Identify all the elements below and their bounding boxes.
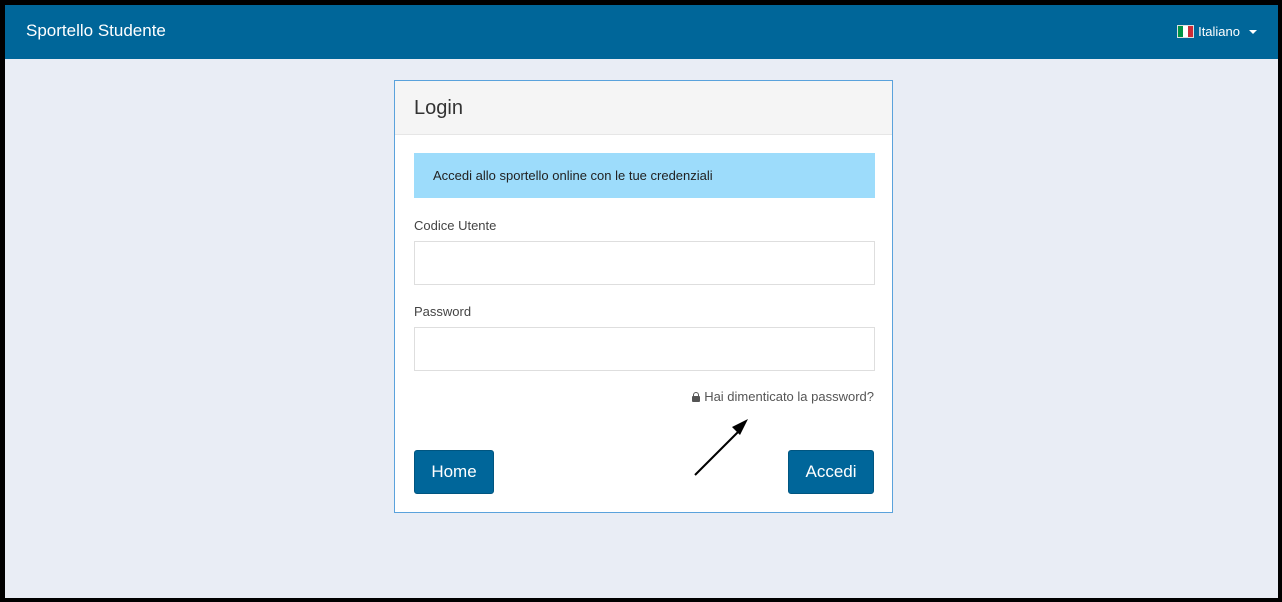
username-input[interactable] — [414, 241, 875, 285]
browser-frame: Sportello Studente Italiano Login Accedi… — [0, 0, 1282, 602]
app-brand[interactable]: Sportello Studente — [26, 21, 166, 41]
flag-stripe-red — [1188, 26, 1194, 37]
login-panel: Login Accedi allo sportello online con l… — [394, 80, 893, 513]
italian-flag-icon — [1177, 25, 1195, 38]
language-selector[interactable]: Italiano — [1177, 24, 1257, 39]
caret-down-icon — [1249, 29, 1257, 34]
forgot-password-link[interactable]: Hai dimenticato la password? — [692, 389, 874, 404]
top-navbar: Sportello Studente Italiano — [5, 5, 1278, 59]
home-button[interactable]: Home — [414, 450, 494, 494]
lock-icon — [692, 391, 701, 402]
login-title: Login — [395, 81, 892, 135]
info-alert: Accedi allo sportello online con le tue … — [414, 153, 875, 198]
password-input[interactable] — [414, 327, 875, 371]
login-submit-button[interactable]: Accedi — [788, 450, 874, 494]
password-label: Password — [414, 304, 472, 319]
forgot-password-label: Hai dimenticato la password? — [704, 389, 874, 404]
username-label: Codice Utente — [414, 218, 497, 233]
language-label: Italiano — [1198, 24, 1240, 39]
